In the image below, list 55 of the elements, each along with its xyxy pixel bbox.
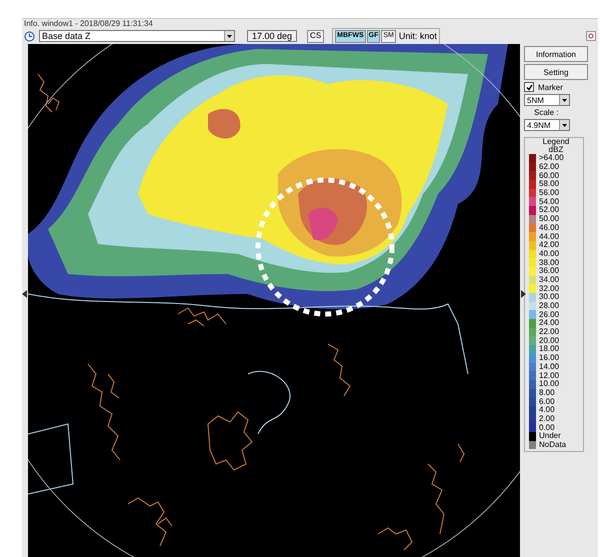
legend-label: 54.00 <box>539 198 560 206</box>
legend-label: 58.00 <box>539 180 560 188</box>
marker-label: Marker <box>538 82 563 92</box>
legend-label: 18.00 <box>539 345 560 354</box>
dropdown-arrow-icon <box>562 124 567 126</box>
legend-label: 62.00 <box>539 163 560 172</box>
cs-button[interactable]: CS <box>307 30 324 42</box>
right-arrow-icon[interactable] <box>521 290 526 298</box>
marker-checkbox[interactable] <box>524 82 534 92</box>
legend-label: 28.00 <box>539 302 560 310</box>
legend-label: 50.00 <box>539 215 560 224</box>
panel-button[interactable]: Setting <box>524 64 588 80</box>
scale-label: Scale : <box>533 108 560 117</box>
legend-unit: dBZ <box>548 145 564 154</box>
product-dropdown[interactable]: Base data Z <box>39 30 235 42</box>
legend-label: 10.00 <box>539 380 560 388</box>
legend-label: 36.00 <box>539 267 560 276</box>
legend-label: >64.00 <box>539 154 564 162</box>
legend-label: 24.00 <box>539 319 560 328</box>
legend-label: 32.00 <box>539 284 560 293</box>
legend-label: 6.00 <box>539 398 555 406</box>
window-title: Info. window1 - 2018/08/29 11:31:34 <box>23 19 154 28</box>
legend-label: 56.00 <box>539 189 560 198</box>
legend-label: 38.00 <box>539 258 560 267</box>
legend-label: 16.00 <box>539 354 560 362</box>
legend-title: Legend <box>542 137 570 146</box>
legend-label: Under <box>539 432 561 440</box>
unit-label: Unit: knot <box>398 31 437 41</box>
left-arrow-icon[interactable] <box>22 290 27 298</box>
legend-label: 40.00 <box>539 250 560 258</box>
panel-button[interactable]: Information <box>524 46 588 62</box>
legend-label: 14.00 <box>539 362 560 371</box>
legend-label: 34.00 <box>539 276 560 284</box>
marker-size-dropdown[interactable]: 5NM <box>524 94 570 106</box>
scale-dropdown[interactable]: 4.9NM <box>524 119 570 131</box>
legend-label: 52.00 <box>539 206 560 214</box>
legend-label: 46.00 <box>539 224 560 232</box>
dropdown-arrow-icon <box>227 34 232 38</box>
legend-label: 44.00 <box>539 232 560 241</box>
legend-label: 42.00 <box>539 241 560 250</box>
legend-label: 12.00 <box>539 372 560 380</box>
clock-icon[interactable] <box>24 30 35 42</box>
legend-label: 60.00 <box>539 172 560 180</box>
legend-label: 20.00 <box>539 336 560 345</box>
legend-label: 0.00 <box>539 424 555 432</box>
legend-label: NoData <box>539 441 566 450</box>
dropdown-arrow-icon <box>562 98 567 102</box>
angle-field[interactable]: 17.00 deg <box>247 30 298 42</box>
legend-label: 8.00 <box>539 388 555 397</box>
legend-label: 26.00 <box>539 310 560 319</box>
checkmark-icon <box>526 84 532 90</box>
legend-label: 2.00 <box>539 414 555 423</box>
legend-label: 22.00 <box>539 328 560 336</box>
legend-label: 4.00 <box>539 406 555 414</box>
legend-label: 30.00 <box>539 293 560 302</box>
